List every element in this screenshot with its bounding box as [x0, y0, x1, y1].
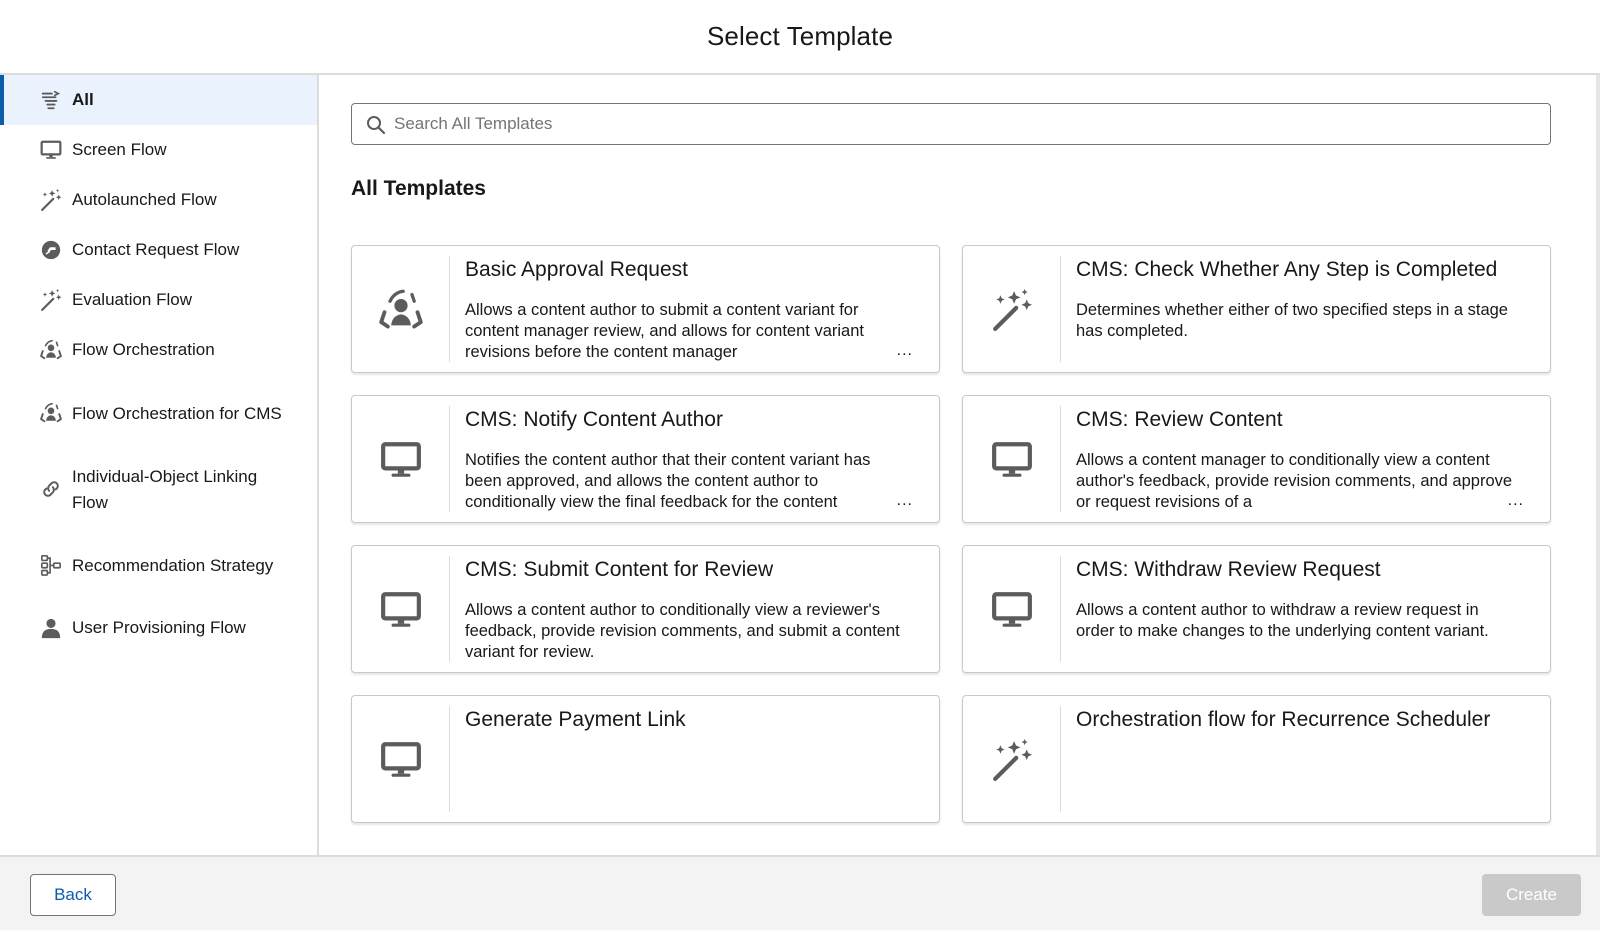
sidebar-item-label: Flow Orchestration [72, 340, 215, 359]
search-icon [367, 116, 386, 135]
template-card[interactable]: CMS: Notify Content Author Notifies the … [351, 395, 940, 523]
sidebar-item-all[interactable]: All [0, 75, 317, 125]
sidebar-item-label: Contact Request Flow [72, 240, 240, 259]
sidebar-item-label: Recommendation Strategy [72, 556, 274, 575]
template-description: Allows a content author to withdraw a re… [1076, 601, 1489, 640]
card-divider [1060, 556, 1061, 662]
more-indicator: ... [896, 492, 913, 509]
template-title: Orchestration flow for Recurrence Schedu… [1076, 708, 1491, 731]
template-title: CMS: Withdraw Review Request [1076, 558, 1381, 581]
create-button[interactable]: Create [1482, 874, 1581, 916]
search-input[interactable] [394, 114, 1550, 134]
orchestration-icon [40, 339, 62, 361]
desktop-icon [352, 396, 449, 524]
template-description: Allows a content author to submit a cont… [465, 301, 864, 361]
desktop-icon [352, 546, 449, 674]
sidebar-item-label: Flow Orchestration for CMS [72, 404, 282, 423]
strategy-icon [40, 554, 62, 576]
sidebar-item-user-provisioning-flow[interactable]: User Provisioning Flow [0, 603, 317, 653]
sidebar-item-label: All [72, 90, 94, 109]
template-title: CMS: Check Whether Any Step is Completed [1076, 258, 1498, 281]
user-icon [40, 617, 62, 639]
orchestration-icon [40, 402, 62, 424]
sidebar-item-flow-orchestration-cms[interactable]: Flow Orchestration for CMS [0, 375, 317, 451]
sidebar-item-label: Evaluation Flow [72, 290, 193, 309]
template-card[interactable]: Orchestration flow for Recurrence Schedu… [962, 695, 1551, 823]
card-divider [1060, 706, 1061, 812]
template-title: CMS: Notify Content Author [465, 408, 723, 431]
template-card[interactable]: CMS: Submit Content for Review Allows a … [351, 545, 940, 673]
template-card[interactable]: CMS: Check Whether Any Step is Completed… [962, 245, 1551, 373]
template-gallery: All Templates Basic Approval Request All… [321, 75, 1600, 855]
template-card[interactable]: Basic Approval Request Allows a content … [351, 245, 940, 373]
template-description: Allows a content manager to conditionall… [1076, 451, 1513, 511]
template-title: Basic Approval Request [465, 258, 688, 281]
sidebar-item-individual-object-linking-flow[interactable]: Individual-Object Linking Flow [0, 451, 317, 527]
template-description: Notifies the content author that their c… [465, 451, 871, 511]
sidebar-item-flow-orchestration[interactable]: Flow Orchestration [0, 325, 317, 375]
more-indicator: ... [1507, 492, 1524, 509]
sidebar-item-label: Autolaunched Flow [72, 190, 217, 209]
desktop-icon [963, 396, 1060, 524]
flow-type-sidebar: All Screen Flow Autolaunched Flow Contac… [0, 75, 319, 855]
sidebar-item-label: Screen Flow [72, 140, 167, 159]
modal-header: Select Template [0, 0, 1600, 75]
template-description: Determines whether either of two specifi… [1076, 301, 1508, 340]
magic-wand-icon [963, 246, 1060, 374]
sidebar-item-evaluation-flow[interactable]: Evaluation Flow [0, 275, 317, 325]
modal-footer: Back Create [0, 855, 1600, 930]
card-divider [449, 406, 450, 512]
link-icon [40, 478, 62, 500]
sidebar-item-autolaunched-flow[interactable]: Autolaunched Flow [0, 175, 317, 225]
template-title: CMS: Review Content [1076, 408, 1283, 431]
template-card[interactable]: CMS: Withdraw Review Request Allows a co… [962, 545, 1551, 673]
orchestration-icon [352, 246, 449, 374]
template-card[interactable]: CMS: Review Content Allows a content man… [962, 395, 1551, 523]
card-divider [1060, 406, 1061, 512]
section-title: All Templates [351, 177, 486, 200]
sidebar-item-contact-request-flow[interactable]: Contact Request Flow [0, 225, 317, 275]
magic-wand-icon [40, 289, 62, 311]
magic-wand-icon [40, 189, 62, 211]
all-types-icon [40, 89, 62, 111]
template-card[interactable]: Generate Payment Link [351, 695, 940, 823]
desktop-icon [40, 139, 62, 161]
card-divider [1060, 256, 1061, 362]
template-description: Allows a content author to conditionally… [465, 601, 900, 661]
contact-request-icon [40, 239, 62, 261]
sidebar-item-label: User Provisioning Flow [72, 618, 246, 637]
search-box[interactable] [351, 103, 1551, 145]
sidebar-item-label: Individual-Object Linking Flow [72, 467, 258, 512]
card-divider [449, 706, 450, 812]
scrollbar-track [1596, 75, 1600, 855]
page-title: Select Template [706, 21, 893, 51]
magic-wand-icon [963, 696, 1060, 824]
back-button[interactable]: Back [30, 874, 116, 916]
more-indicator: ... [896, 342, 913, 359]
card-divider [449, 556, 450, 662]
template-title: CMS: Submit Content for Review [465, 558, 774, 581]
sidebar-item-screen-flow[interactable]: Screen Flow [0, 125, 317, 175]
desktop-icon [963, 546, 1060, 674]
template-grid: Basic Approval Request Allows a content … [351, 245, 1551, 823]
template-title: Generate Payment Link [465, 708, 686, 731]
sidebar-item-recommendation-strategy[interactable]: Recommendation Strategy [0, 527, 317, 603]
desktop-icon [352, 696, 449, 824]
card-divider [449, 256, 450, 362]
